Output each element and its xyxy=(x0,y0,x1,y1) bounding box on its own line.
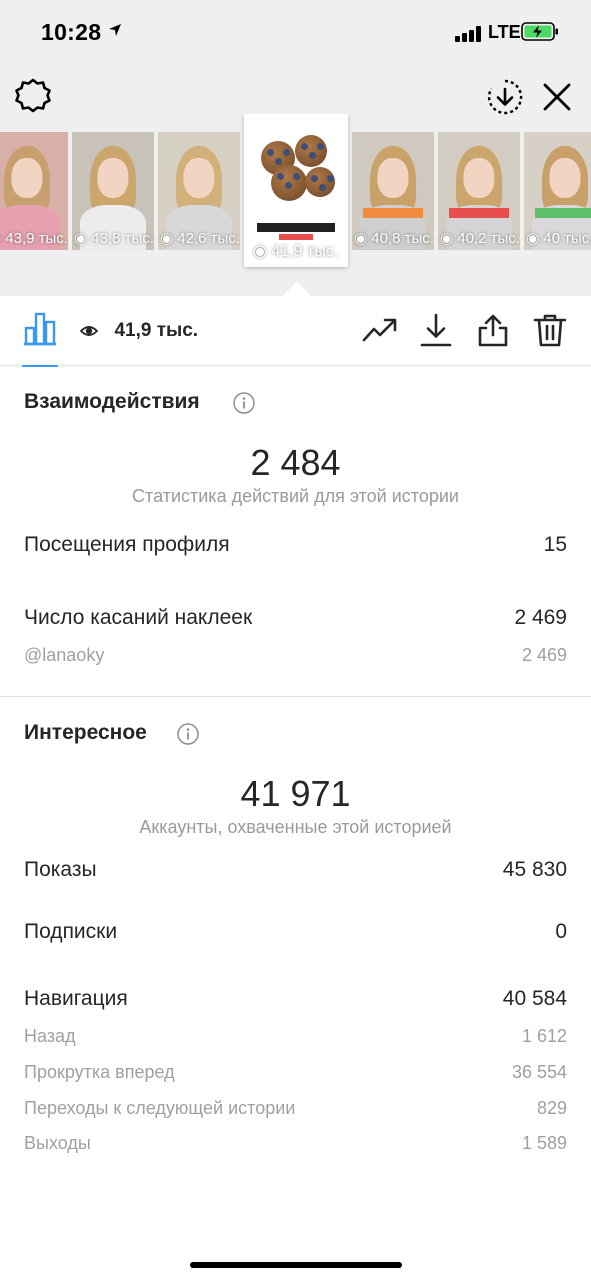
stat-value: 829 xyxy=(536,1098,567,1118)
share-icon[interactable] xyxy=(475,312,511,348)
stat-label: Переходы к следующей истории xyxy=(24,1098,296,1118)
stat-value: 36 554 xyxy=(511,1062,567,1082)
mention-sticker xyxy=(535,207,591,219)
discovery-total: 41 971 xyxy=(240,773,351,814)
stat-row-forward: Прокрутка вперед 36 554 xyxy=(24,1062,567,1090)
battery-charging-icon xyxy=(521,22,558,41)
story-preview-area: 10:28 LTE ◉ 43,9 тыс. ◉ 43,8 тыс. xyxy=(0,0,591,296)
stat-row-profile-visits: Посещения профиля 15 xyxy=(24,533,567,561)
mention-sticker xyxy=(449,207,509,219)
discovery-caption: Аккаунты, охваченные этой историей xyxy=(139,817,452,837)
stat-label: Число касаний наклеек xyxy=(24,606,253,629)
home-indicator[interactable] xyxy=(190,1262,402,1268)
stat-value: 1 589 xyxy=(521,1133,567,1153)
active-tab-indicator xyxy=(22,365,58,367)
mention-sticker xyxy=(363,207,423,219)
shared-post-preview xyxy=(251,121,341,240)
stat-value: 0 xyxy=(555,920,567,943)
story-thumbnail-selected[interactable]: ◉ 41,9 тыс. xyxy=(244,114,348,267)
stat-row-sticker-taps: Число касаний наклеек 2 469 xyxy=(24,606,567,634)
discovery-title: Интересное xyxy=(24,721,147,744)
cellular-signal-icon xyxy=(455,26,483,42)
stat-value: 2 469 xyxy=(514,606,567,629)
selected-story-pointer xyxy=(283,282,311,296)
stat-row-navigation: Навигация 40 584 xyxy=(24,987,567,1015)
save-story-icon[interactable] xyxy=(486,78,524,116)
story-action-bar: 41,9 тыс. xyxy=(0,296,591,367)
story-thumbnail[interactable]: ◉ 43,8 тыс. xyxy=(72,132,154,250)
stat-value: 45 830 xyxy=(502,858,567,881)
delete-trash-icon[interactable] xyxy=(532,312,568,348)
story-view-count: ◉ 40,2 тыс. xyxy=(440,230,520,247)
stat-value: 15 xyxy=(543,533,567,556)
stat-row-back: Назад 1 612 xyxy=(24,1026,567,1054)
reach-value: 41,9 тыс. xyxy=(114,320,199,341)
story-thumbnail[interactable]: ◉ 40,8 тыс. xyxy=(352,132,434,250)
story-thumbnail[interactable]: ◉ 40 тыс. xyxy=(524,132,591,250)
story-thumbnail-strip[interactable]: ◉ 43,9 тыс. ◉ 43,8 тыс. ◉ 42,6 тыс. ◉ 41,9 … xyxy=(0,114,591,294)
stat-label: @lanaoky xyxy=(24,645,105,665)
insights-tab[interactable] xyxy=(22,310,58,367)
info-icon[interactable] xyxy=(233,392,255,414)
stat-value: 1 612 xyxy=(521,1026,567,1046)
story-reach-summary: 41,9 тыс. xyxy=(80,320,198,342)
stat-row-follows: Подписки 0 xyxy=(24,920,567,948)
stat-value: 2 469 xyxy=(521,645,567,665)
bar-chart-icon xyxy=(24,312,56,346)
settings-gear-icon[interactable] xyxy=(14,78,52,116)
stat-label: Подписки xyxy=(24,920,118,943)
story-view-count: ◉ 40,8 тыс. xyxy=(354,230,434,247)
stat-label: Показы xyxy=(24,858,97,881)
stat-label: Посещения профиля xyxy=(24,533,230,556)
download-icon[interactable] xyxy=(418,312,454,348)
stat-row-impressions: Показы 45 830 xyxy=(24,858,567,886)
status-time: 10:28 xyxy=(41,19,102,45)
network-type: LTE xyxy=(488,22,521,42)
promote-trend-icon[interactable] xyxy=(362,312,398,348)
story-view-count: ◉ 40 тыс. xyxy=(526,230,591,247)
interactions-title: Взаимодействия xyxy=(24,390,200,413)
story-thumbnail[interactable]: ◉ 40,2 тыс. xyxy=(438,132,520,250)
stat-value: 40 584 xyxy=(502,987,567,1010)
stat-row-exits: Выходы 1 589 xyxy=(24,1133,567,1161)
story-view-count: ◉ 43,8 тыс. xyxy=(74,230,154,247)
interactions-caption: Статистика действий для этой истории xyxy=(132,486,459,506)
story-view-count: ◉ 41,9 тыс. xyxy=(253,243,339,260)
section-divider xyxy=(0,696,591,697)
interactions-total: 2 484 xyxy=(250,442,341,483)
stat-label: Прокрутка вперед xyxy=(24,1062,175,1082)
eye-icon xyxy=(80,326,98,336)
stat-row-next-story: Переходы к следующей истории 829 xyxy=(24,1098,567,1126)
story-thumbnail[interactable]: ◉ 42,6 тыс. xyxy=(158,132,240,250)
status-bar: 10:28 LTE xyxy=(0,0,591,66)
info-icon[interactable] xyxy=(177,723,199,745)
stat-row-mention-sticker: @lanaoky 2 469 xyxy=(24,645,567,673)
location-arrow-icon xyxy=(109,24,121,36)
story-view-count: ◉ 42,6 тыс. xyxy=(160,230,240,247)
story-thumbnail[interactable]: ◉ 43,9 тыс. xyxy=(0,132,68,250)
stat-label: Навигация xyxy=(24,987,128,1010)
story-view-count: ◉ 43,9 тыс. xyxy=(0,230,68,247)
stat-label: Выходы xyxy=(24,1133,91,1153)
stat-label: Назад xyxy=(24,1026,76,1046)
close-icon[interactable] xyxy=(538,78,576,116)
